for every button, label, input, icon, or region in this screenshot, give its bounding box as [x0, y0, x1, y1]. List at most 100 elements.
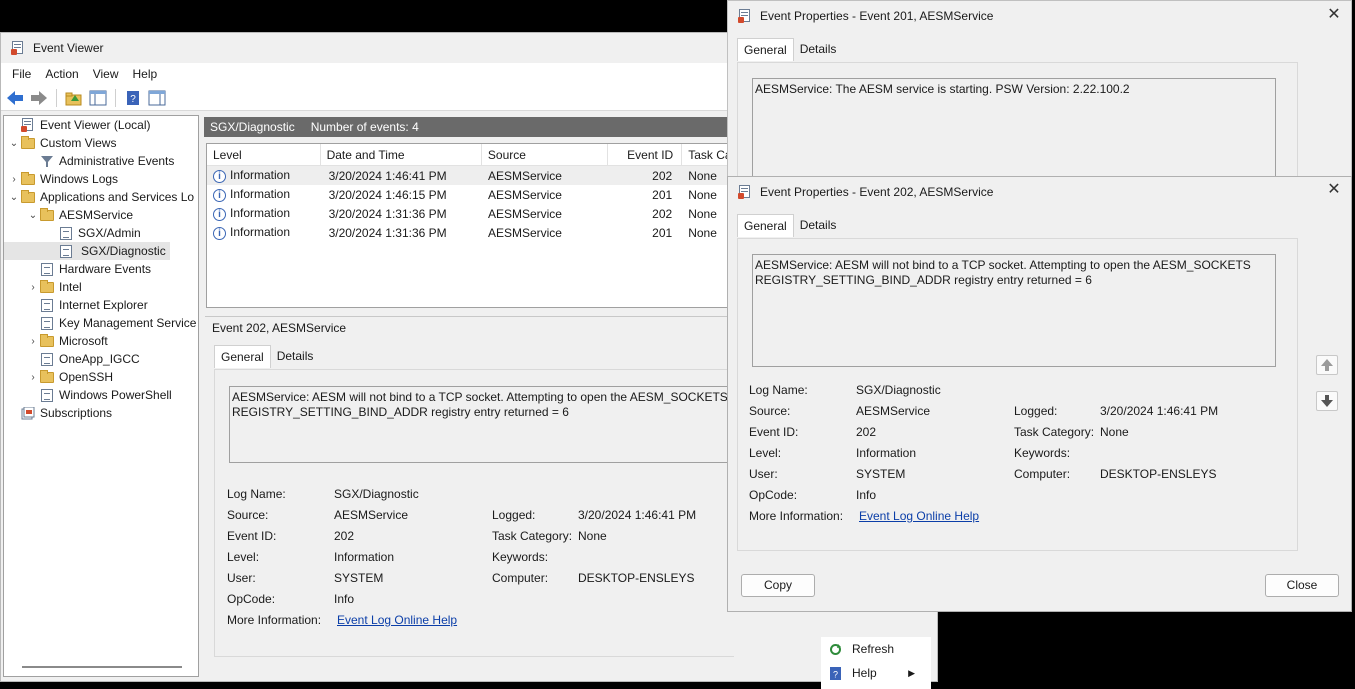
prop201-tab-general[interactable]: General — [737, 38, 794, 61]
tree-item[interactable]: ⌄ Custom Views — [4, 134, 198, 152]
filter-icon — [39, 154, 55, 168]
expand-arrow-icon[interactable]: › — [27, 372, 39, 383]
prop202-close-icon[interactable]: ✕ — [1323, 179, 1345, 201]
horizontal-scrollbar[interactable] — [22, 666, 182, 668]
navigation-tree[interactable]: Event Viewer (Local) ⌄ Custom Views Adminis… — [3, 115, 199, 677]
prop201-close-icon[interactable]: ✕ — [1323, 4, 1345, 26]
column-event-id[interactable]: Event ID — [608, 144, 683, 166]
tree-item[interactable]: › Windows Logs — [4, 170, 198, 188]
prop202-message[interactable]: AESMService: AESM will not bind to a TCP… — [752, 254, 1276, 367]
next-event-icon[interactable] — [1316, 391, 1338, 411]
action-refresh-label: Refresh — [852, 642, 895, 656]
menu-help[interactable]: Help — [126, 67, 165, 81]
expand-arrow-icon[interactable]: › — [8, 174, 20, 185]
folder-icon — [39, 369, 55, 384]
information-icon: i — [213, 188, 226, 202]
prop202-title-bar[interactable]: Event Properties - Event 202, AESMServic… — [728, 177, 1351, 207]
event-properties-202-window: Event Properties - Event 202, AESMServic… — [727, 176, 1352, 612]
column-source[interactable]: Source — [482, 144, 609, 166]
log-icon — [58, 226, 74, 240]
expand-arrow-icon[interactable]: ⌄ — [27, 210, 39, 221]
datetime-cell: 3/20/2024 1:46:41 PM — [328, 168, 447, 183]
show-action-pane-icon[interactable] — [147, 88, 167, 108]
opcode-value: Info — [334, 592, 355, 606]
table-row[interactable]: i Information 3/20/2024 1:46:41 PM AESMServ… — [207, 166, 735, 185]
action-help[interactable]: ? Help ▶ — [821, 661, 931, 685]
prop202-logged-label: Logged: — [1014, 404, 1058, 418]
column-level[interactable]: Level — [207, 144, 321, 166]
prop202-level-label: Level: — [749, 446, 782, 460]
log-icon — [58, 244, 74, 258]
table-row[interactable]: i Information 3/20/2024 1:31:36 PM AESMServ… — [207, 204, 735, 223]
tree-item[interactable]: › Intel — [4, 278, 198, 296]
tree-item[interactable]: Administrative Events — [4, 152, 198, 170]
tree-item[interactable]: SGX/Diagnostic — [4, 242, 170, 260]
help-icon: ? — [829, 666, 842, 680]
tree-item[interactable]: Key Management Service — [4, 314, 198, 332]
prop202-event-log-online-help-link[interactable]: Event Log Online Help — [859, 509, 979, 523]
tab-general[interactable]: General — [214, 345, 271, 368]
prop202-keywords-label: Keywords: — [1014, 446, 1071, 460]
prop202-title: Event Properties - Event 202, AESMServic… — [760, 185, 994, 199]
level-text: Information — [230, 225, 291, 240]
forward-icon[interactable] — [29, 88, 49, 108]
table-row[interactable]: i Information 3/20/2024 1:46:15 PM AESMServ… — [207, 185, 735, 204]
level-cell: i Information — [207, 206, 321, 221]
information-icon: i — [213, 169, 226, 183]
tree-item[interactable]: › Microsoft — [4, 332, 198, 350]
column-date-time[interactable]: Date and Time — [321, 144, 482, 166]
event-id-cell: 202 — [652, 168, 673, 183]
prop202-tab-general[interactable]: General — [737, 214, 794, 237]
log-icon — [39, 298, 55, 312]
copy-button[interactable]: Copy — [741, 574, 815, 597]
datetime-cell: 3/20/2024 1:46:15 PM — [328, 187, 447, 202]
more-info-label: More Information: — [227, 613, 322, 627]
source-value: AESMService — [334, 508, 409, 522]
action-refresh[interactable]: Refresh — [821, 637, 931, 661]
tree-item-label: Event Viewer (Local) — [40, 118, 151, 132]
menu-file[interactable]: File — [5, 67, 38, 81]
tree-item[interactable]: Subscriptions — [4, 404, 198, 422]
tree-item[interactable]: Hardware Events — [4, 260, 198, 278]
tab-details[interactable]: Details — [271, 345, 320, 368]
tree-item[interactable]: Internet Explorer — [4, 296, 198, 314]
detail-tabs: General Details — [214, 345, 319, 368]
tree-item-label: Intel — [59, 280, 82, 294]
show-hide-tree-icon[interactable] — [88, 88, 108, 108]
action-help-label: Help — [852, 666, 877, 680]
menu-view[interactable]: View — [86, 67, 126, 81]
event-viewer-icon — [20, 118, 36, 132]
event-id-cell: 201 — [652, 225, 673, 240]
prop202-user-label: User: — [749, 467, 778, 481]
event-log-online-help-link[interactable]: Event Log Online Help — [337, 613, 457, 627]
back-icon[interactable] — [5, 88, 25, 108]
help-book-icon[interactable]: ? — [123, 88, 143, 108]
tree-item-label: Windows Logs — [40, 172, 119, 186]
prop201-message[interactable]: AESMService: The AESM service is startin… — [752, 78, 1276, 178]
folder-icon — [20, 171, 36, 186]
tree-item[interactable]: SGX/Admin — [4, 224, 198, 242]
open-folder-icon[interactable] — [64, 88, 84, 108]
table-row[interactable]: i Information 3/20/2024 1:31:36 PM AESMServ… — [207, 223, 735, 242]
event-id-cell: 201 — [652, 187, 673, 202]
expand-arrow-icon[interactable]: › — [27, 282, 39, 293]
menu-action[interactable]: Action — [38, 67, 85, 81]
prop201-title-bar[interactable]: Event Properties - Event 201, AESMServic… — [728, 1, 1351, 31]
tree-item[interactable]: Windows PowerShell — [4, 386, 198, 404]
tree-item[interactable]: Event Viewer (Local) — [4, 116, 198, 134]
prop201-tab-details[interactable]: Details — [794, 38, 843, 61]
prop202-user-value: SYSTEM — [856, 467, 906, 481]
subscriptions-icon — [20, 406, 36, 420]
tree-item[interactable]: ⌄ Applications and Services Lo — [4, 188, 198, 206]
prop202-tab-details[interactable]: Details — [794, 214, 843, 237]
expand-arrow-icon[interactable]: ⌄ — [8, 138, 20, 149]
tree-item[interactable]: › OpenSSH — [4, 368, 198, 386]
expand-arrow-icon[interactable]: › — [27, 336, 39, 347]
expand-arrow-icon[interactable]: ⌄ — [8, 192, 20, 203]
previous-event-icon[interactable] — [1316, 355, 1338, 375]
tree-item[interactable]: ⌄ AESMService — [4, 206, 198, 224]
window-title: Event Viewer — [33, 41, 104, 55]
close-button[interactable]: Close — [1265, 574, 1339, 597]
event-message[interactable]: AESMService: AESM will not bind to a TCP… — [229, 386, 739, 463]
tree-item[interactable]: OneApp_IGCC — [4, 350, 198, 368]
